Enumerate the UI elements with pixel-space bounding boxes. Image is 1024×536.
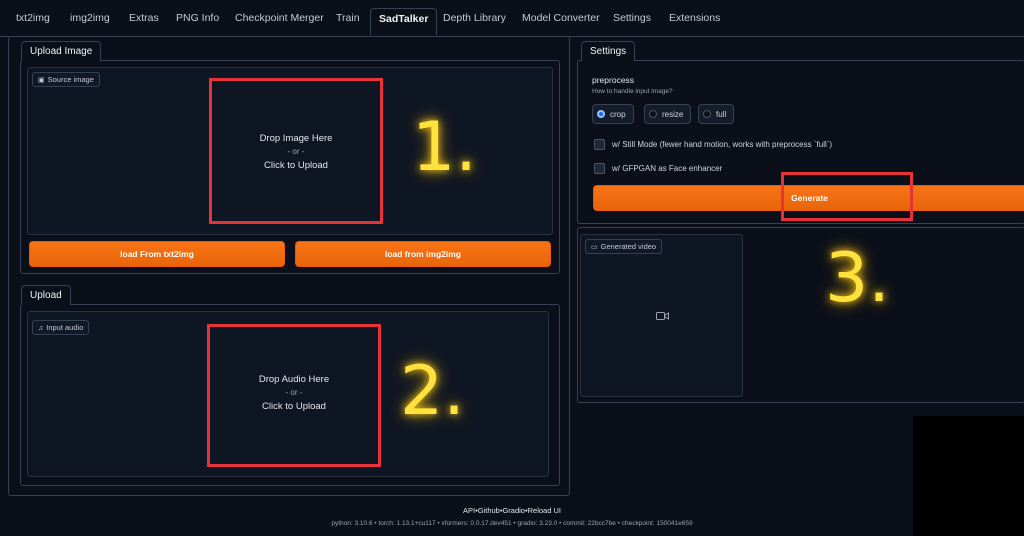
upload-image-tab[interactable]: Upload Image xyxy=(21,41,102,61)
tab-checkpoint-merger[interactable]: Checkpoint Merger xyxy=(235,12,324,24)
input-audio-dropzone[interactable]: ♫ Input audio Drop Audio Here - or - Clic… xyxy=(27,311,549,477)
top-tab-bar: txt2img img2img Extras PNG Info Checkpoi… xyxy=(0,0,1024,37)
annotation-3: 3. xyxy=(825,239,890,318)
video-icon: ▭ xyxy=(591,244,598,251)
drop-audio-text: Drop Audio Here xyxy=(258,374,330,385)
radio-unselected-icon xyxy=(649,110,657,118)
load-from-txt2img-button[interactable]: load From txt2img xyxy=(29,241,285,267)
radio-crop[interactable]: crop xyxy=(592,104,634,124)
gfpgan-checkbox[interactable]: w/ GFPGAN as Face enhancer xyxy=(594,163,722,174)
radio-selected-icon xyxy=(597,110,605,118)
drop-or-text: - or - xyxy=(287,147,305,156)
tab-extensions[interactable]: Extensions xyxy=(669,12,720,24)
tab-depth-library[interactable]: Depth Library xyxy=(443,12,506,24)
load-from-img2img-button[interactable]: load from img2img xyxy=(295,241,551,267)
annotation-1: 1. xyxy=(412,108,477,187)
preprocess-hint: How to handle input image? xyxy=(592,88,673,95)
tab-train[interactable]: Train xyxy=(336,12,360,24)
still-mode-checkbox[interactable]: w/ Still Mode (fewer hand motion, works … xyxy=(594,139,832,150)
output-panel: ▭ Generated video 3. xyxy=(577,227,1024,403)
tab-sadtalker[interactable]: SadTalker xyxy=(370,8,438,36)
radio-resize[interactable]: resize xyxy=(644,104,692,124)
tab-settings[interactable]: Settings xyxy=(613,12,651,24)
upload-audio-tab[interactable]: Upload xyxy=(21,285,71,305)
highlight-box-3 xyxy=(781,172,913,221)
black-overlay xyxy=(913,416,1024,536)
tab-img2img[interactable]: img2img xyxy=(70,12,110,24)
preprocess-label: preprocess xyxy=(592,75,635,85)
tab-png-info[interactable]: PNG Info xyxy=(176,12,219,24)
tab-model-converter[interactable]: Model Converter xyxy=(522,12,600,24)
footer-versions: python: 3.10.6 • torch: 1.13.1+cu117 • x… xyxy=(331,520,693,527)
highlight-box-2: Drop Audio Here - or - Click to Upload xyxy=(207,324,381,467)
tab-extras[interactable]: Extras xyxy=(129,12,159,24)
settings-tab[interactable]: Settings xyxy=(581,41,636,61)
highlight-box-1: Drop Image Here - or - Click to Upload xyxy=(209,78,383,224)
click-to-upload-text: Click to Upload xyxy=(264,160,328,171)
drop-image-text: Drop Image Here xyxy=(259,133,333,144)
checkbox-icon xyxy=(594,163,605,174)
drop-or-text: - or - xyxy=(285,388,303,397)
radio-full[interactable]: full xyxy=(698,104,735,124)
input-audio-chip: ♫ Input audio xyxy=(32,320,90,335)
click-to-upload-text: Click to Upload xyxy=(262,401,326,412)
tab-txt2img[interactable]: txt2img xyxy=(16,12,50,24)
source-image-chip: ▣ Source image xyxy=(32,72,100,87)
radio-unselected-icon xyxy=(703,110,711,118)
image-icon: ▣ xyxy=(38,77,45,84)
video-camera-icon xyxy=(656,312,669,320)
checkbox-icon xyxy=(594,139,605,150)
footer-links[interactable]: API•Github•Gradio•Reload UI xyxy=(0,506,1024,515)
upload-audio-panel: ♫ Input audio Drop Audio Here - or - Clic… xyxy=(20,304,560,486)
source-image-dropzone[interactable]: ▣ Source image Drop Image Here - or - Cli… xyxy=(27,67,553,235)
music-note-icon: ♫ xyxy=(38,325,44,332)
annotation-2: 2. xyxy=(400,352,465,431)
generated-video-chip: ▭ Generated video xyxy=(585,239,663,254)
generated-video-box: ▭ Generated video xyxy=(580,234,743,397)
upload-image-panel: ▣ Source image Drop Image Here - or - Cli… xyxy=(20,60,560,274)
